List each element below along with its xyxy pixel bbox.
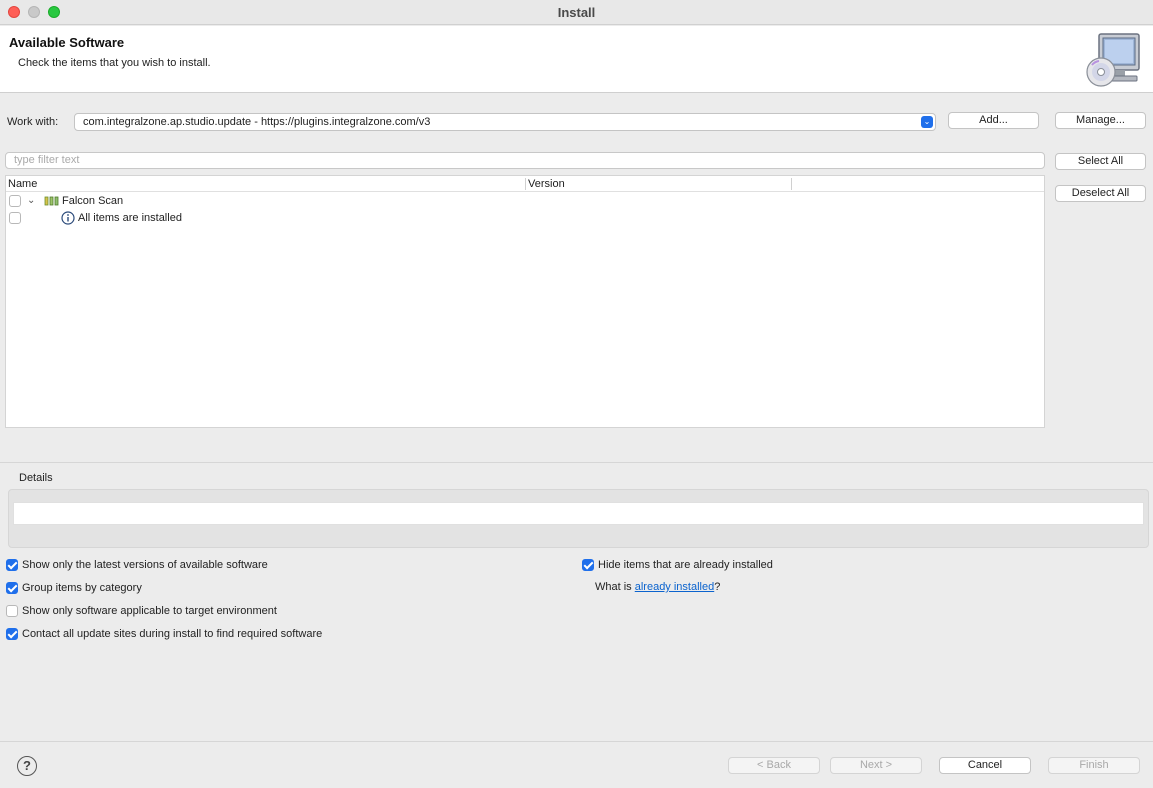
what-is-installed-text: What is already installed?: [595, 581, 720, 593]
hide-installed-checkbox[interactable]: [582, 559, 594, 571]
details-panel: [8, 489, 1149, 548]
column-header-name[interactable]: Name: [8, 178, 37, 190]
select-all-button[interactable]: Select All: [1055, 153, 1146, 170]
window-titlebar: Install: [0, 0, 1153, 25]
contact-all-sites-checkbox[interactable]: [6, 628, 18, 640]
already-installed-link[interactable]: already installed: [635, 581, 715, 593]
show-applicable-label: Show only software applicable to target …: [22, 605, 277, 617]
page-description: Check the items that you wish to install…: [18, 57, 211, 69]
column-divider[interactable]: [525, 178, 526, 190]
help-icon[interactable]: ?: [17, 756, 37, 776]
what-is-prefix: What is: [595, 581, 635, 593]
chevron-down-icon[interactable]: ⌄: [921, 116, 933, 128]
back-button[interactable]: < Back: [728, 757, 820, 774]
contact-all-sites-label: Contact all update sites during install …: [22, 628, 323, 640]
filter-placeholder: type filter text: [14, 154, 80, 166]
hide-installed-label: Hide items that are already installed: [598, 559, 773, 571]
row-name: All items are installed: [78, 212, 182, 224]
column-header-version[interactable]: Version: [528, 178, 565, 190]
option-hide-installed[interactable]: Hide items that are already installed: [582, 559, 882, 575]
next-button[interactable]: Next >: [830, 757, 922, 774]
add-site-button[interactable]: Add...: [948, 112, 1039, 129]
show-latest-checkbox[interactable]: [6, 559, 18, 571]
group-by-category-label: Group items by category: [22, 582, 142, 594]
software-tree[interactable]: Name Version ⌄ Falcon Scan All items are…: [5, 175, 1045, 428]
wizard-header: Available Software Check the items that …: [0, 26, 1153, 93]
install-monitor-cd-icon: [1086, 33, 1140, 87]
work-with-value: com.integralzone.ap.studio.update - http…: [83, 116, 431, 128]
details-text: [13, 502, 1144, 525]
divider: [0, 462, 1153, 463]
work-with-label: Work with:: [7, 116, 59, 128]
show-latest-label: Show only the latest versions of availab…: [22, 559, 268, 571]
deselect-all-button[interactable]: Deselect All: [1055, 185, 1146, 202]
row-name: Falcon Scan: [62, 195, 124, 207]
info-icon: [61, 211, 75, 225]
details-label: Details: [19, 472, 53, 484]
option-show-latest[interactable]: Show only the latest versions of availab…: [6, 559, 406, 575]
window-title: Install: [557, 5, 596, 20]
show-applicable-checkbox[interactable]: [6, 605, 18, 617]
divider: [0, 741, 1153, 742]
work-with-combo[interactable]: com.integralzone.ap.studio.update - http…: [74, 113, 936, 131]
row-checkbox[interactable]: [9, 195, 21, 207]
option-group-by-category[interactable]: Group items by category: [6, 582, 406, 598]
tree-header: Name Version: [6, 176, 1044, 192]
what-is-suffix: ?: [714, 581, 721, 593]
option-show-applicable[interactable]: Show only software applicable to target …: [6, 605, 406, 621]
cancel-button[interactable]: Cancel: [939, 757, 1031, 774]
page-title: Available Software: [9, 35, 125, 50]
table-row[interactable]: All items are installed: [6, 210, 1044, 227]
chevron-down-icon[interactable]: ⌄: [27, 195, 35, 206]
row-checkbox[interactable]: [9, 212, 21, 224]
table-row[interactable]: ⌄ Falcon Scan: [6, 193, 1044, 210]
group-by-category-checkbox[interactable]: [6, 582, 18, 594]
manage-sites-button[interactable]: Manage...: [1055, 112, 1146, 129]
option-contact-all-sites[interactable]: Contact all update sites during install …: [6, 628, 406, 644]
filter-input[interactable]: type filter text: [5, 152, 1045, 169]
finish-button[interactable]: Finish: [1048, 757, 1140, 774]
column-divider[interactable]: [791, 178, 792, 190]
category-icon: [44, 196, 59, 206]
